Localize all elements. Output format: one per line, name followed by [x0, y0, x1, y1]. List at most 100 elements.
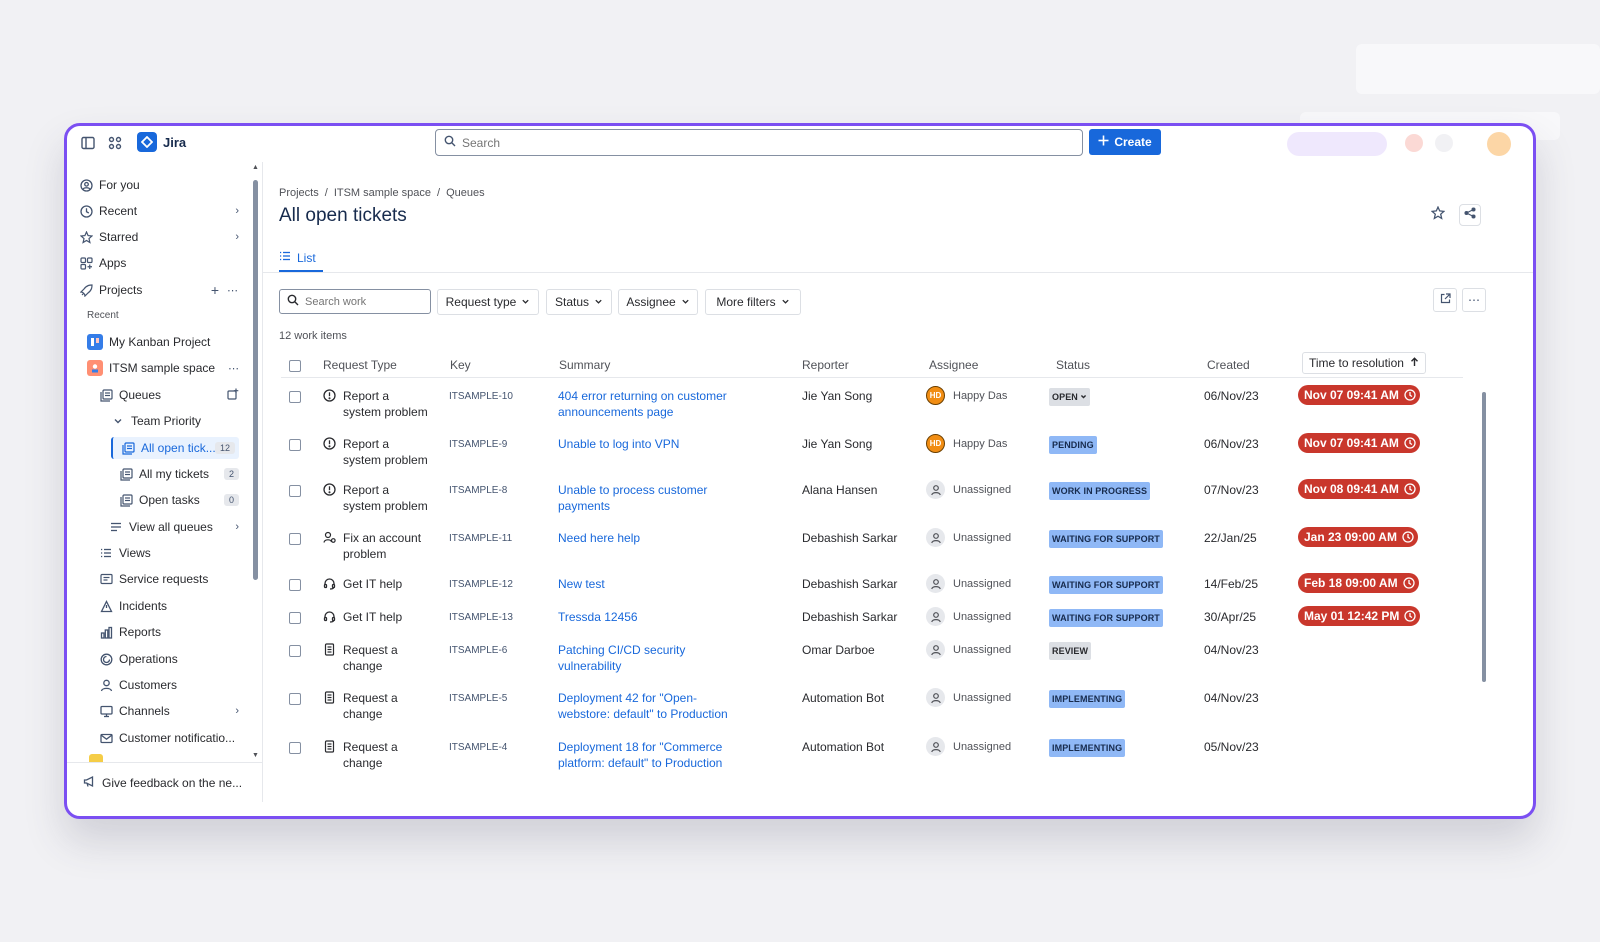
- issue-key[interactable]: ITSAMPLE-13: [449, 610, 513, 626]
- search-work-input[interactable]: [305, 295, 425, 308]
- filter-more[interactable]: More filters: [705, 289, 801, 315]
- app-switcher-icon[interactable]: [107, 135, 123, 151]
- row-checkbox[interactable]: [289, 693, 301, 705]
- sidebar-item-team-priority[interactable]: Team Priority: [111, 410, 239, 432]
- column-request-type[interactable]: Request Type: [323, 358, 397, 372]
- search-input[interactable]: [462, 135, 1042, 150]
- row-checkbox[interactable]: [289, 391, 301, 403]
- star-button[interactable]: [1427, 204, 1449, 226]
- issue-summary-link[interactable]: 404 error returning on customer announcem…: [558, 388, 738, 420]
- row-checkbox[interactable]: [289, 612, 301, 624]
- issue-key[interactable]: ITSAMPLE-10: [449, 389, 513, 405]
- table-row[interactable]: Request a change ITSAMPLE-6 Patching CI/C…: [281, 640, 1463, 688]
- sidebar-item-starred[interactable]: Starred ›: [79, 226, 239, 248]
- sidebar-item-projects[interactable]: Projects + ⋯: [79, 279, 239, 301]
- column-summary[interactable]: Summary: [559, 358, 610, 372]
- feedback-button[interactable]: Give feedback on the ne...: [67, 762, 263, 802]
- sidebar-item-open-tasks[interactable]: Open tasks 0: [119, 489, 239, 511]
- more-actions-button[interactable]: ⋯: [1462, 288, 1486, 312]
- notification-icon[interactable]: [1287, 132, 1387, 156]
- share-button[interactable]: [1459, 204, 1481, 226]
- status-cell[interactable]: WAITING FOR SUPPORT: [1049, 609, 1163, 627]
- more-icon[interactable]: ⋯: [228, 362, 239, 375]
- status-cell[interactable]: OPEN: [1049, 388, 1090, 406]
- issue-key[interactable]: ITSAMPLE-11: [449, 531, 512, 547]
- status-cell[interactable]: REVIEW: [1049, 642, 1092, 660]
- status-badge[interactable]: WAITING FOR SUPPORT: [1049, 530, 1163, 548]
- sidebar-item-view-all-queues[interactable]: View all queues ›: [109, 516, 239, 538]
- status-cell[interactable]: WAITING FOR SUPPORT: [1049, 530, 1163, 548]
- sidebar-item-all-open-tickets[interactable]: All open tick... 12: [111, 437, 239, 459]
- status-cell[interactable]: WAITING FOR SUPPORT: [1049, 576, 1163, 594]
- breadcrumb-projects[interactable]: Projects: [279, 187, 319, 199]
- row-checkbox[interactable]: [289, 579, 301, 591]
- assignee-cell[interactable]: Unassigned: [926, 574, 1011, 593]
- breadcrumb-space[interactable]: ITSM sample space: [334, 187, 431, 199]
- open-in-new-button[interactable]: [1433, 288, 1457, 312]
- assignee-cell[interactable]: Unassigned: [926, 607, 1011, 626]
- issue-summary-link[interactable]: Tressda 12456: [558, 609, 738, 625]
- table-row[interactable]: Fix an account problem ITSAMPLE-11 Need h…: [281, 527, 1463, 576]
- search-work-field[interactable]: [279, 289, 431, 314]
- assignee-cell[interactable]: Unassigned: [926, 640, 1011, 659]
- table-row[interactable]: Request a change ITSAMPLE-4 Deployment 18…: [281, 737, 1463, 785]
- column-key[interactable]: Key: [450, 358, 471, 372]
- sidebar-project-my-kanban[interactable]: My Kanban Project: [87, 331, 239, 353]
- issue-summary-link[interactable]: Unable to process customer payments: [558, 482, 738, 514]
- row-checkbox[interactable]: [289, 533, 301, 545]
- global-search[interactable]: [435, 129, 1083, 156]
- profile-avatar[interactable]: [1487, 132, 1511, 156]
- row-checkbox[interactable]: [289, 485, 301, 497]
- column-time-to-resolution[interactable]: Time to resolution: [1302, 352, 1426, 374]
- issue-key[interactable]: ITSAMPLE-4: [449, 740, 507, 756]
- sidebar-item-views[interactable]: Views: [99, 542, 239, 564]
- issue-summary-link[interactable]: Need here help: [558, 530, 738, 546]
- tab-list[interactable]: List: [279, 250, 316, 270]
- sidebar-item-apps[interactable]: Apps: [79, 252, 239, 274]
- issue-key[interactable]: ITSAMPLE-12: [449, 577, 513, 593]
- row-checkbox[interactable]: [289, 742, 301, 754]
- create-button[interactable]: Create: [1089, 129, 1161, 155]
- sidebar-item-service-requests[interactable]: Service requests: [99, 568, 239, 590]
- issue-summary-link[interactable]: Patching CI/CD security vulnerability: [558, 642, 738, 674]
- status-badge[interactable]: IMPLEMENTING: [1049, 739, 1126, 757]
- assignee-cell[interactable]: Unassigned: [926, 480, 1011, 499]
- jira-logo[interactable]: Jira: [137, 132, 186, 152]
- assignee-cell[interactable]: HD Happy Das: [926, 386, 1007, 405]
- issue-summary-link[interactable]: Deployment 42 for "Open-webstore: defaul…: [558, 690, 738, 722]
- status-badge[interactable]: WAITING FOR SUPPORT: [1049, 576, 1163, 594]
- assignee-cell[interactable]: Unassigned: [926, 528, 1011, 547]
- column-status[interactable]: Status: [1056, 358, 1090, 372]
- assignee-cell[interactable]: Unassigned: [926, 688, 1011, 707]
- add-project-icon[interactable]: +: [211, 282, 219, 298]
- add-queue-icon[interactable]: [227, 388, 239, 403]
- column-created[interactable]: Created: [1207, 358, 1250, 372]
- sidebar-toggle-icon[interactable]: [80, 135, 96, 151]
- sidebar-item-recent[interactable]: Recent ›: [79, 200, 239, 222]
- table-scrollbar[interactable]: [1482, 392, 1486, 682]
- column-reporter[interactable]: Reporter: [802, 358, 849, 372]
- sidebar-item-all-my-tickets[interactable]: All my tickets 2: [119, 463, 239, 485]
- row-checkbox[interactable]: [289, 439, 301, 451]
- sidebar-item-for-you[interactable]: For you: [79, 174, 239, 196]
- assignee-cell[interactable]: Unassigned: [926, 737, 1011, 756]
- status-cell[interactable]: PENDING: [1049, 436, 1097, 454]
- status-cell[interactable]: WORK IN PROGRESS: [1049, 482, 1151, 500]
- table-row[interactable]: Request a change ITSAMPLE-5 Deployment 42…: [281, 688, 1463, 736]
- filter-assignee[interactable]: Assignee: [618, 289, 698, 315]
- status-badge[interactable]: WAITING FOR SUPPORT: [1049, 609, 1163, 627]
- issue-key[interactable]: ITSAMPLE-8: [449, 483, 507, 499]
- issue-summary-link[interactable]: Deployment 18 for "Commerce platform: def…: [558, 739, 738, 771]
- sidebar-item-channels[interactable]: Channels ›: [99, 700, 239, 722]
- status-cell[interactable]: IMPLEMENTING: [1049, 739, 1126, 757]
- status-badge[interactable]: WORK IN PROGRESS: [1049, 482, 1151, 500]
- scroll-down-icon[interactable]: ▼: [252, 752, 259, 759]
- table-row[interactable]: Report a system problem ITSAMPLE-10 404 e…: [281, 385, 1463, 434]
- breadcrumb-queues[interactable]: Queues: [446, 187, 485, 199]
- filter-status[interactable]: Status: [546, 289, 612, 315]
- status-badge[interactable]: PENDING: [1049, 436, 1097, 454]
- sidebar-item-operations[interactable]: Operations: [99, 648, 239, 670]
- sidebar-item-reports[interactable]: Reports: [99, 621, 239, 643]
- issue-key[interactable]: ITSAMPLE-9: [449, 437, 507, 453]
- issue-summary-link[interactable]: Unable to log into VPN: [558, 436, 738, 452]
